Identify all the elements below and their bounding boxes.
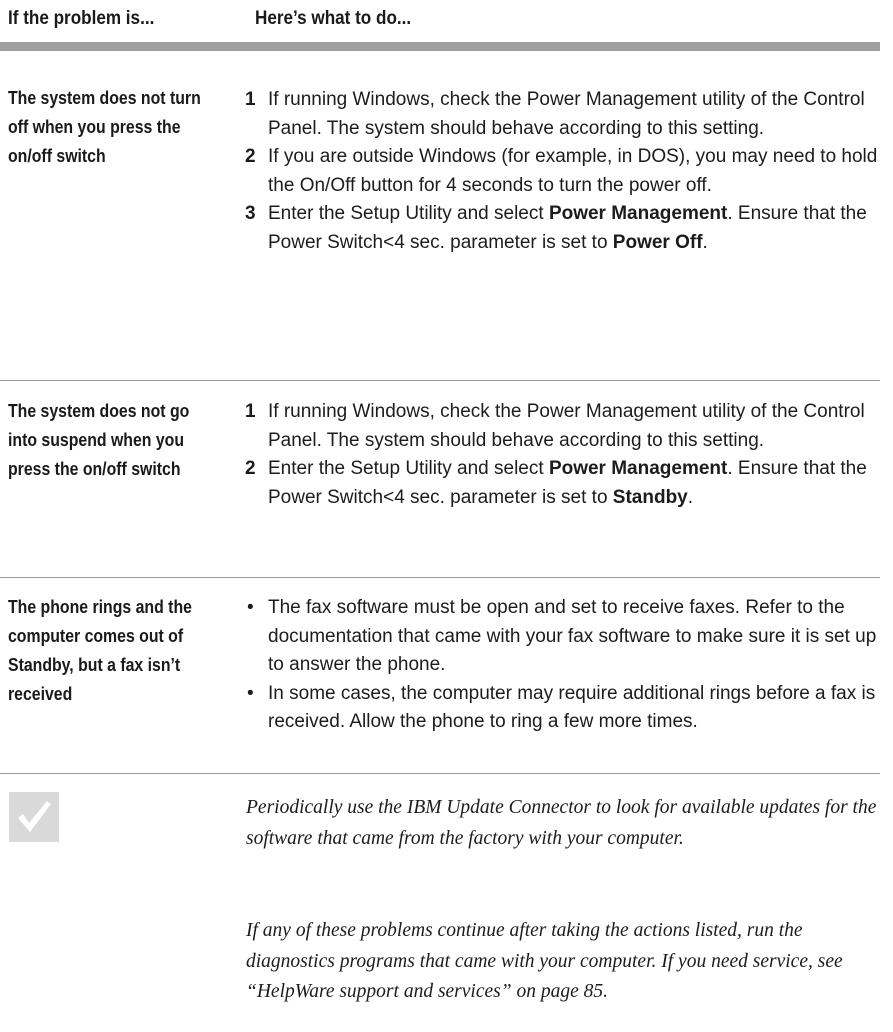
bullet-item: • The fax software must be open and set …: [245, 594, 885, 680]
step-item: 3 Enter the Setup Utility and select Pow…: [245, 200, 885, 257]
action-column-header: Here’s what to do...: [255, 8, 412, 29]
problem-title-fax: The phone rings and the computer comes o…: [8, 597, 192, 704]
bullet-text: In some cases, the computer may require …: [268, 682, 876, 733]
step-emphasis: Power Management: [548, 203, 728, 225]
step-text-post: .: [687, 486, 694, 508]
step-number: 1: [245, 401, 256, 422]
service-paragraph: If any of these problems continue after …: [246, 920, 843, 1002]
step-text-pre: Enter the Setup Utility and select: [268, 458, 549, 480]
problem-column-header: If the problem is...: [8, 8, 155, 29]
bullet-text: The fax software must be open and set to…: [268, 597, 877, 676]
step-text: If you are outside Windows (for example,…: [268, 146, 878, 196]
bullet-marker: •: [247, 682, 254, 704]
bullets-list-fax: • The fax software must be open and set …: [245, 594, 885, 737]
step-text-post: .: [702, 231, 708, 253]
step-item: 1 If running Windows, check the Power Ma…: [245, 86, 885, 143]
step-item: 2 Enter the Setup Utility and select Pow…: [245, 455, 885, 512]
row-divider: [0, 773, 880, 774]
step-number: 3: [245, 203, 256, 225]
tip-paragraph: Periodically use the IBM Update Connecto…: [246, 797, 877, 849]
bullet-marker: •: [247, 597, 254, 618]
step-number: 2: [245, 458, 256, 480]
problem-title-turn-off: The system does not turn off when you pr…: [8, 88, 201, 166]
header-divider: [0, 42, 880, 51]
step-text: If running Windows, check the Power Mana…: [268, 401, 865, 451]
step-text: If running Windows, check the Power Mana…: [268, 89, 865, 139]
step-emphasis: Power Management: [548, 458, 728, 480]
step-emphasis: Standby: [612, 486, 688, 508]
step-number: 2: [245, 146, 256, 168]
step-item: 1 If running Windows, check the Power Ma…: [245, 398, 885, 455]
step-emphasis: Power Off: [612, 231, 703, 253]
row-divider: [0, 380, 880, 381]
step-number: 1: [245, 89, 256, 110]
problem-title-suspend: The system does not go into suspend when…: [8, 401, 190, 479]
row-divider: [0, 577, 880, 578]
bullet-item: • In some cases, the computer may requir…: [245, 680, 885, 737]
checkmark-icon-graphic: [18, 801, 51, 832]
step-item: 2 If you are outside Windows (for exampl…: [245, 143, 885, 200]
steps-list-turn-off: 1 If running Windows, check the Power Ma…: [245, 86, 885, 258]
steps-list-suspend: 1 If running Windows, check the Power Ma…: [245, 398, 885, 512]
step-text-pre: Enter the Setup Utility and select: [268, 203, 549, 225]
checkmark-icon: [9, 792, 59, 842]
